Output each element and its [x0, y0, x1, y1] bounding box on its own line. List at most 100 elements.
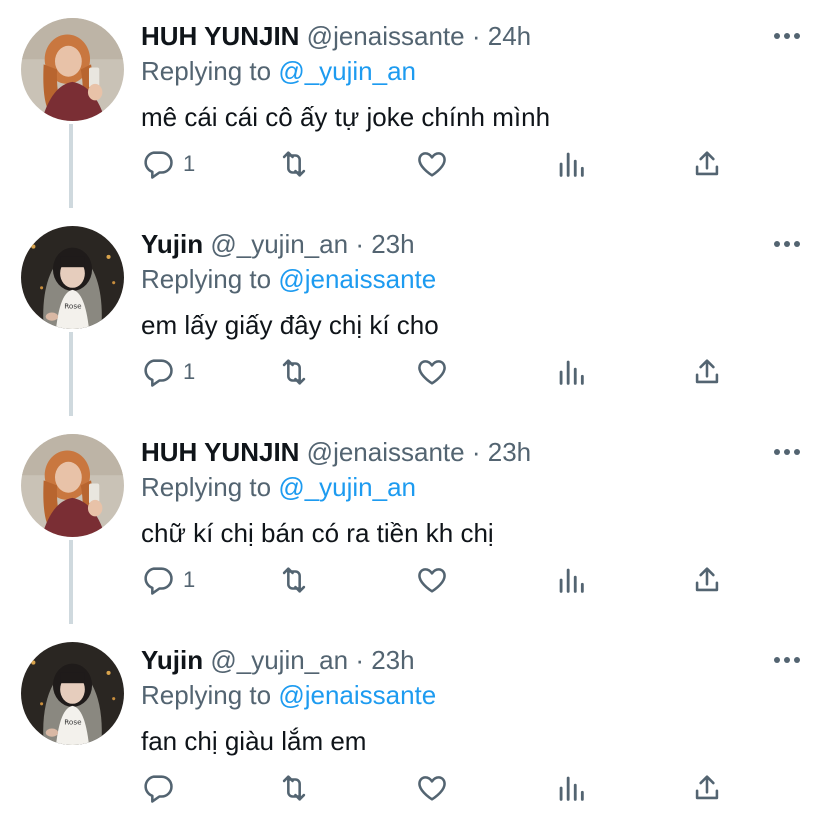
display-name[interactable]: HUH YUNJIN — [141, 21, 299, 51]
share-button[interactable] — [690, 766, 724, 810]
separator-dot: · — [471, 21, 481, 51]
retweet-icon — [282, 775, 306, 801]
share-icon — [695, 775, 719, 800]
more-icon[interactable] — [772, 648, 802, 672]
reply-button[interactable] — [141, 766, 183, 810]
tweet-text: chữ kí chị bán có ra tiền kh chị — [141, 518, 494, 548]
like-button[interactable] — [415, 350, 449, 394]
like-icon — [418, 568, 446, 593]
action-bar: 1 — [141, 142, 741, 186]
tweet-header: Yujin @_yujin_an · 23h — [141, 644, 415, 676]
retweet-button[interactable] — [277, 558, 311, 602]
like-button[interactable] — [415, 766, 449, 810]
reply-icon — [144, 151, 173, 179]
retweet-button[interactable] — [277, 766, 311, 810]
tweet-text: fan chị giàu lắm em — [141, 726, 367, 756]
share-icon — [695, 151, 719, 176]
mention-link[interactable]: @jenaissante — [278, 264, 436, 294]
analytics-icon — [559, 152, 584, 177]
share-button[interactable] — [690, 350, 724, 394]
display-name[interactable]: Yujin — [141, 645, 203, 675]
retweet-icon — [282, 359, 306, 385]
replying-to-line: Replying to @_yujin_an — [141, 471, 416, 503]
tweet-text: em lấy giấy đây chị kí cho — [141, 310, 439, 340]
thread-line — [69, 332, 73, 416]
analytics-icon — [559, 776, 584, 801]
share-icon — [695, 359, 719, 384]
separator-dot: · — [355, 229, 364, 259]
user-handle[interactable]: @jenaissante — [307, 437, 465, 467]
like-button[interactable] — [415, 558, 449, 602]
user-handle[interactable]: @_yujin_an — [210, 229, 348, 259]
replying-to-label: Replying to — [141, 680, 272, 710]
like-icon — [418, 152, 446, 177]
svg-text:Rose: Rose — [64, 301, 82, 310]
separator-dot: · — [471, 437, 481, 467]
tweet[interactable]: HUH YUNJIN @jenaissante · 24h Replying t… — [0, 0, 828, 208]
analytics-button[interactable] — [554, 350, 588, 394]
tweet[interactable]: HUH YUNJIN @jenaissante · 23h Replying t… — [0, 416, 828, 624]
timestamp[interactable]: 23h — [371, 645, 414, 675]
mention-link[interactable]: @_yujin_an — [278, 56, 416, 86]
avatar[interactable] — [21, 434, 124, 537]
share-button[interactable] — [690, 142, 724, 186]
timestamp[interactable]: 23h — [371, 229, 414, 259]
replying-to-line: Replying to @jenaissante — [141, 679, 436, 711]
reply-icon — [144, 567, 173, 595]
analytics-icon — [559, 360, 584, 385]
replying-to-line: Replying to @jenaissante — [141, 263, 436, 295]
timestamp[interactable]: 23h — [488, 437, 531, 467]
replying-to-label: Replying to — [141, 56, 272, 86]
analytics-button[interactable] — [554, 142, 588, 186]
avatar[interactable]: Rose — [21, 226, 124, 329]
replying-to-label: Replying to — [141, 264, 272, 294]
reply-count: 1 — [183, 567, 196, 592]
mention-link[interactable]: @_yujin_an — [278, 472, 416, 502]
tweet-header: HUH YUNJIN @jenaissante · 23h — [141, 436, 531, 468]
tweet[interactable]: Rose Yujin @_yujin_an · 23h Replying to … — [0, 624, 828, 832]
avatar[interactable] — [21, 18, 124, 121]
more-icon[interactable] — [772, 232, 802, 256]
action-bar — [141, 766, 741, 810]
share-icon — [695, 567, 719, 592]
user-handle[interactable]: @_yujin_an — [210, 645, 348, 675]
avatar[interactable]: Rose — [21, 642, 124, 745]
timestamp[interactable]: 24h — [488, 21, 531, 51]
like-icon — [418, 776, 446, 801]
tweet-header: HUH YUNJIN @jenaissante · 24h — [141, 20, 531, 52]
retweet-button[interactable] — [277, 142, 311, 186]
like-button[interactable] — [415, 142, 449, 186]
tweet[interactable]: Rose Yujin @_yujin_an · 23h Replying to … — [0, 208, 828, 416]
user-handle[interactable]: @jenaissante — [307, 21, 465, 51]
separator-dot: · — [355, 645, 364, 675]
more-icon[interactable] — [772, 440, 802, 464]
reply-icon — [144, 359, 173, 387]
more-icon[interactable] — [772, 24, 802, 48]
thread-line — [69, 540, 73, 624]
like-icon — [418, 360, 446, 385]
reply-button[interactable]: 1 — [141, 142, 195, 186]
tweet-header: Yujin @_yujin_an · 23h — [141, 228, 415, 260]
mention-link[interactable]: @jenaissante — [278, 680, 436, 710]
retweet-button[interactable] — [277, 350, 311, 394]
replying-to-line: Replying to @_yujin_an — [141, 55, 416, 87]
analytics-button[interactable] — [554, 558, 588, 602]
analytics-button[interactable] — [554, 766, 588, 810]
analytics-icon — [559, 568, 584, 593]
display-name[interactable]: Yujin — [141, 229, 203, 259]
reply-button[interactable]: 1 — [141, 558, 195, 602]
share-button[interactable] — [690, 558, 724, 602]
tweet-text: mê cái cái cô ấy tự joke chính mình — [141, 102, 551, 132]
svg-text:Rose: Rose — [64, 717, 82, 726]
reply-icon — [144, 775, 173, 803]
retweet-icon — [282, 151, 306, 177]
display-name[interactable]: HUH YUNJIN — [141, 437, 299, 467]
action-bar: 1 — [141, 558, 741, 602]
replying-to-label: Replying to — [141, 472, 272, 502]
reply-count: 1 — [183, 359, 196, 384]
retweet-icon — [282, 567, 306, 593]
action-bar: 1 — [141, 350, 741, 394]
thread-line — [69, 124, 73, 208]
reply-button[interactable]: 1 — [141, 350, 195, 394]
reply-count: 1 — [183, 151, 196, 176]
